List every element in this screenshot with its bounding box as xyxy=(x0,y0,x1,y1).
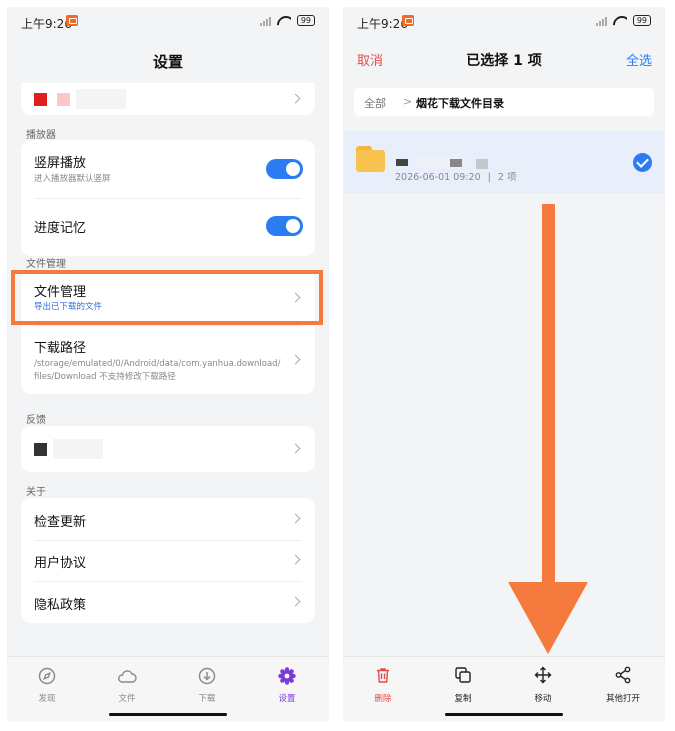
meta-separator: | xyxy=(487,172,491,183)
tab-label: 发现 xyxy=(38,694,56,704)
tab-settings[interactable]: 设置 xyxy=(257,667,317,704)
download-path-line1: /storage/emulated/0/Android/data/com.yan… xyxy=(34,359,281,369)
status-bar: 上午9:26 99 xyxy=(7,7,329,37)
action-label: 移动 xyxy=(534,694,552,704)
copy-button[interactable]: 复制 xyxy=(431,666,495,704)
page-title: 已选择 1 项 xyxy=(466,53,542,69)
tab-files[interactable]: 文件 xyxy=(97,667,157,704)
folder-item-count: 2 项 xyxy=(497,172,517,183)
home-indicator xyxy=(109,713,227,716)
settings-screen: 上午9:26 99 设置 播放器 竖屏播放 进入播放器默认竖屏 进度记忆 文件管… xyxy=(7,7,329,722)
wifi-icon xyxy=(277,16,291,26)
section-feedback: 反馈 xyxy=(26,415,46,426)
feedback-card[interactable] xyxy=(21,426,315,472)
download-path-line2: files/Download 不支持修改下载路径 xyxy=(34,372,176,382)
redacted-block xyxy=(53,439,103,459)
tab-label: 下载 xyxy=(198,694,216,704)
check-update-label: 检查更新 xyxy=(34,515,87,530)
tab-download[interactable]: 下载 xyxy=(177,667,237,704)
portrait-play-toggle[interactable] xyxy=(266,159,303,179)
action-label: 复制 xyxy=(454,694,472,704)
action-label: 其他打开 xyxy=(605,694,640,704)
about-card: 检查更新 用户协议 隐私政策 xyxy=(21,498,315,623)
download-icon xyxy=(198,667,216,685)
folder-meta: 2026-06-01 09:20 | 2 项 xyxy=(395,169,516,183)
compass-icon xyxy=(38,667,56,685)
folder-row[interactable]: 2026-06-01 09:20 | 2 项 xyxy=(343,131,665,193)
chevron-right-icon xyxy=(290,354,301,365)
notification-icon xyxy=(66,15,78,26)
player-card: 竖屏播放 进入播放器默认竖屏 进度记忆 xyxy=(21,140,315,256)
download-path-label: 下载路径 xyxy=(34,341,87,356)
selected-check-icon[interactable] xyxy=(633,153,652,172)
account-card[interactable] xyxy=(21,83,315,115)
battery-icon: 99 xyxy=(296,15,315,26)
chevron-right-icon xyxy=(290,554,301,565)
check-update-row[interactable]: 检查更新 xyxy=(21,498,315,540)
progress-memory-toggle[interactable] xyxy=(266,216,303,236)
notification-icon xyxy=(402,15,414,26)
highlight-box xyxy=(11,270,323,325)
chevron-right-icon xyxy=(290,596,301,607)
breadcrumb-separator: > xyxy=(403,95,413,108)
action-label: 删除 xyxy=(374,694,392,704)
bottom-action-bar: 删除 复制 移动 其他打开 xyxy=(343,656,665,722)
trash-icon xyxy=(377,668,389,683)
status-bar: 上午9:26 99 xyxy=(343,7,665,37)
chevron-right-icon xyxy=(290,93,301,104)
redacted-block xyxy=(57,93,70,106)
breadcrumb-root[interactable]: 全部 xyxy=(364,95,386,111)
portrait-play-row[interactable]: 竖屏播放 进入播放器默认竖屏 xyxy=(21,140,315,198)
section-player: 播放器 xyxy=(26,130,56,141)
breadcrumb-current: 烟花下载文件目录 xyxy=(416,97,504,110)
privacy-row[interactable]: 隐私政策 xyxy=(21,581,315,623)
delete-button[interactable]: 删除 xyxy=(351,666,415,704)
status-time: 上午9:26 xyxy=(357,17,408,31)
redacted-block xyxy=(34,93,47,106)
wifi-icon xyxy=(613,16,627,26)
open-with-button[interactable]: 其他打开 xyxy=(591,666,655,704)
redacted-block xyxy=(476,159,488,169)
portrait-play-sub: 进入播放器默认竖屏 xyxy=(34,174,111,184)
section-about: 关于 xyxy=(26,487,46,498)
tab-discover[interactable]: 发现 xyxy=(17,667,77,704)
tab-label: 文件 xyxy=(118,694,136,704)
progress-memory-row[interactable]: 进度记忆 xyxy=(21,198,315,256)
section-file-mgmt: 文件管理 xyxy=(26,259,66,270)
privacy-label: 隐私政策 xyxy=(34,598,87,613)
redacted-block xyxy=(76,89,126,109)
move-icon xyxy=(534,666,552,684)
home-indicator xyxy=(445,713,563,716)
share-icon xyxy=(615,666,631,684)
signal-icon xyxy=(595,16,607,26)
file-select-screen: 上午9:26 99 取消 已选择 1 项 全选 全部 > 烟花下载文件目录 20… xyxy=(343,7,665,722)
gear-icon xyxy=(278,667,296,685)
redacted-block xyxy=(34,443,47,456)
redacted-block xyxy=(396,159,408,166)
move-button[interactable]: 移动 xyxy=(511,666,575,704)
page-title: 设置 xyxy=(152,53,183,71)
user-agreement-label: 用户协议 xyxy=(34,556,87,571)
folder-date: 2026-06-01 09:20 xyxy=(395,172,481,183)
bottom-tab-bar: 发现 文件 下载 设置 xyxy=(7,656,329,722)
tab-label: 设置 xyxy=(278,694,296,704)
folder-icon xyxy=(356,144,385,173)
chevron-right-icon xyxy=(290,443,301,454)
annotation-arrow xyxy=(508,204,588,654)
progress-memory-label: 进度记忆 xyxy=(34,221,87,236)
settings-header: 设置 xyxy=(7,37,329,83)
user-agreement-row[interactable]: 用户协议 xyxy=(21,540,315,581)
signal-icon xyxy=(259,16,271,26)
select-all-button[interactable]: 全选 xyxy=(626,50,652,69)
breadcrumb: 全部 > 烟花下载文件目录 xyxy=(354,88,654,116)
redacted-block xyxy=(450,159,462,167)
copy-icon xyxy=(455,667,471,683)
portrait-play-label: 竖屏播放 xyxy=(34,156,87,171)
download-path-row[interactable]: 下载路径 /storage/emulated/0/Android/data/co… xyxy=(21,325,315,394)
status-time: 上午9:26 xyxy=(21,17,72,31)
battery-icon: 99 xyxy=(632,15,651,26)
chevron-right-icon xyxy=(290,513,301,524)
redacted-block xyxy=(415,158,450,167)
cloud-icon xyxy=(118,670,137,683)
